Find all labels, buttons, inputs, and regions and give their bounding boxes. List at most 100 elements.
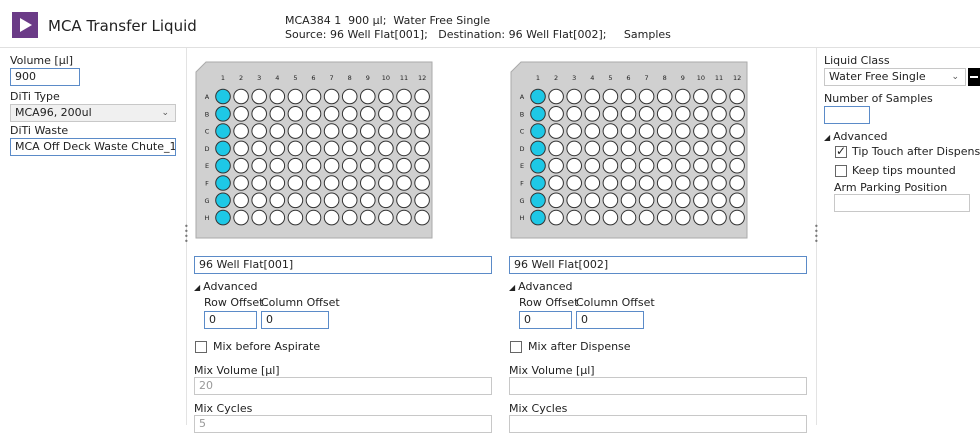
well[interactable] — [638, 140, 655, 157]
well[interactable] — [693, 192, 709, 209]
well[interactable] — [378, 175, 394, 191]
well[interactable] — [251, 88, 267, 105]
well[interactable] — [693, 106, 709, 122]
well[interactable] — [378, 140, 394, 157]
well[interactable] — [305, 106, 322, 122]
well[interactable] — [566, 106, 582, 122]
well[interactable] — [584, 157, 601, 174]
well[interactable] — [251, 106, 267, 122]
well[interactable] — [414, 123, 430, 139]
well[interactable] — [729, 192, 745, 209]
well[interactable] — [620, 123, 637, 139]
well[interactable] — [323, 192, 340, 209]
well[interactable] — [638, 123, 655, 139]
well[interactable] — [233, 157, 249, 174]
well[interactable] — [602, 157, 619, 174]
well[interactable] — [656, 123, 673, 139]
well[interactable] — [675, 88, 691, 105]
left-splitter-grip-icon[interactable]: • • • • — [184, 223, 189, 246]
well[interactable] — [693, 123, 709, 139]
well[interactable] — [584, 140, 601, 157]
well[interactable] — [602, 209, 619, 226]
well[interactable] — [711, 175, 727, 191]
well[interactable] — [711, 140, 727, 157]
well[interactable] — [287, 106, 304, 122]
mix-before-aspirate-checkbox[interactable] — [195, 341, 207, 353]
well[interactable] — [396, 140, 412, 157]
well[interactable] — [729, 157, 745, 174]
well[interactable] — [584, 209, 601, 226]
well[interactable] — [360, 209, 376, 226]
well[interactable] — [414, 209, 430, 226]
well[interactable] — [305, 123, 322, 139]
well[interactable] — [414, 106, 430, 122]
well[interactable] — [215, 192, 231, 209]
well[interactable] — [584, 106, 601, 122]
well[interactable] — [323, 140, 340, 157]
well[interactable] — [548, 123, 564, 139]
number-of-samples-input[interactable] — [824, 106, 870, 124]
well[interactable] — [602, 106, 619, 122]
well[interactable] — [566, 123, 582, 139]
well[interactable] — [414, 192, 430, 209]
well[interactable] — [602, 140, 619, 157]
destination-plate-name[interactable]: 96 Well Flat[002] — [509, 256, 807, 274]
well[interactable] — [269, 157, 286, 174]
well[interactable] — [215, 175, 231, 191]
well[interactable] — [360, 88, 376, 105]
well[interactable] — [602, 123, 619, 139]
well[interactable] — [251, 157, 267, 174]
well[interactable] — [414, 140, 430, 157]
volume-input[interactable]: 900 — [10, 68, 80, 86]
well[interactable] — [566, 192, 582, 209]
well[interactable] — [584, 192, 601, 209]
well[interactable] — [251, 123, 267, 139]
mix-after-dispense-checkbox[interactable] — [510, 341, 522, 353]
well[interactable] — [711, 157, 727, 174]
well[interactable] — [729, 175, 745, 191]
well[interactable] — [729, 123, 745, 139]
well[interactable] — [729, 209, 745, 226]
well[interactable] — [530, 140, 546, 157]
well[interactable] — [378, 88, 394, 105]
well[interactable] — [729, 88, 745, 105]
well[interactable] — [287, 192, 304, 209]
well[interactable] — [584, 175, 601, 191]
well[interactable] — [269, 123, 286, 139]
well[interactable] — [548, 175, 564, 191]
liquid-class-select[interactable]: Water Free Single ⌄ — [824, 68, 966, 86]
well[interactable] — [341, 192, 358, 209]
well[interactable] — [360, 140, 376, 157]
well[interactable] — [323, 106, 340, 122]
well[interactable] — [215, 123, 231, 139]
well[interactable] — [360, 192, 376, 209]
well[interactable] — [305, 192, 322, 209]
well[interactable] — [711, 106, 727, 122]
well[interactable] — [656, 192, 673, 209]
well[interactable] — [396, 192, 412, 209]
well[interactable] — [675, 192, 691, 209]
source-row-offset-input[interactable]: 0 — [204, 311, 257, 329]
well[interactable] — [287, 88, 304, 105]
well[interactable] — [341, 175, 358, 191]
destination-plate-graphic[interactable]: 1 2 3 4 5 6 7 8 9 10 11 12ABCDEFGH — [509, 60, 749, 240]
well[interactable] — [656, 140, 673, 157]
well[interactable] — [378, 123, 394, 139]
source-mix-cycles-input[interactable]: 5 — [194, 415, 492, 433]
well[interactable] — [620, 192, 637, 209]
well[interactable] — [711, 209, 727, 226]
well[interactable] — [269, 106, 286, 122]
well[interactable] — [215, 140, 231, 157]
keep-tips-checkbox[interactable] — [835, 165, 847, 177]
well[interactable] — [566, 88, 582, 105]
well[interactable] — [638, 106, 655, 122]
well[interactable] — [620, 175, 637, 191]
well[interactable] — [305, 209, 322, 226]
well[interactable] — [269, 140, 286, 157]
right-advanced-toggle[interactable]: ◢ Advanced — [824, 130, 888, 143]
source-advanced-toggle[interactable]: ◢ Advanced — [194, 280, 258, 293]
well[interactable] — [729, 106, 745, 122]
well[interactable] — [396, 209, 412, 226]
well[interactable] — [602, 192, 619, 209]
well[interactable] — [656, 88, 673, 105]
